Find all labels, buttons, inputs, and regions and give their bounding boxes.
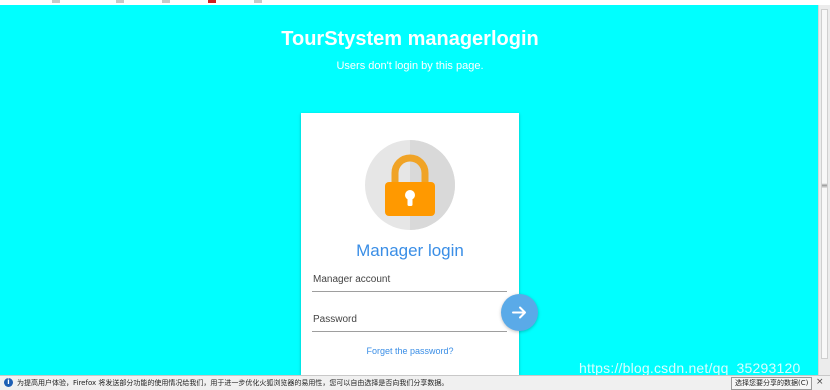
login-title: Manager login — [356, 241, 464, 260]
toolbar-icon[interactable] — [208, 0, 216, 3]
lock-avatar — [365, 140, 455, 230]
choose-share-data-button[interactable]: 选择您要分享的数据(C) — [731, 377, 813, 390]
notification-message: 为提高用户体验，Firefox 将发送部分功能的使用情况给我们，用于进一步优化火… — [17, 379, 449, 387]
watermark-url: https://blog.csdn.net/qq_35293120 — [579, 360, 801, 376]
vertical-scrollbar[interactable]: ≡ — [818, 5, 830, 375]
scrollbar-grip-icon: ≡ — [821, 181, 828, 190]
manager-account-input[interactable]: Manager account — [312, 273, 507, 292]
browser-toolbar-strip — [0, 0, 830, 5]
close-icon[interactable]: × — [816, 377, 824, 387]
forgot-password-link[interactable]: Forget the password? — [301, 346, 519, 356]
toolbar-icon[interactable] — [162, 0, 170, 3]
password-input[interactable]: Password — [312, 313, 507, 332]
page-title: TourStystem managerlogin — [281, 28, 539, 50]
toolbar-icon[interactable] — [52, 0, 60, 3]
submit-button[interactable] — [501, 294, 538, 331]
lock-icon — [385, 154, 435, 216]
account-placeholder: Manager account — [313, 274, 391, 285]
password-placeholder: Password — [313, 314, 357, 325]
toolbar-icon[interactable] — [254, 0, 262, 3]
arrow-right-icon — [512, 306, 526, 319]
page-subtitle: Users don't login by this page. — [336, 60, 484, 72]
info-icon: i — [4, 378, 13, 387]
notification-bar: i 为提高用户体验，Firefox 将发送部分功能的使用情况给我们，用于进一步优… — [0, 375, 830, 390]
login-card: Manager login Manager account Password F… — [301, 113, 538, 375]
toolbar-icon[interactable] — [116, 0, 124, 3]
